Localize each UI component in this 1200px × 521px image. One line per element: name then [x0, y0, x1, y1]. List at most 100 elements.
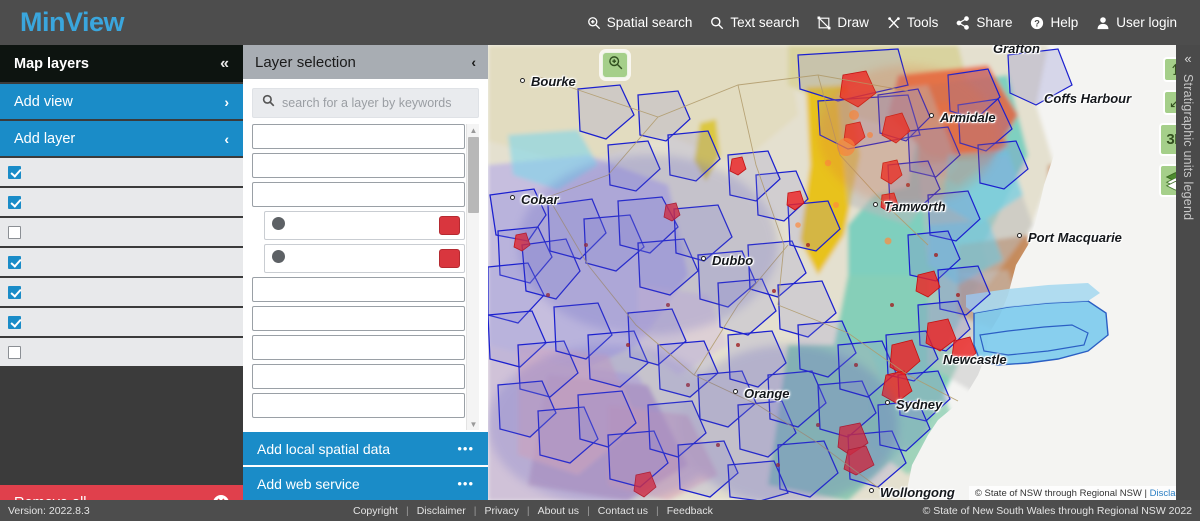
nav-draw[interactable]: Draw — [808, 11, 878, 34]
sidebar-layer-item[interactable] — [0, 158, 243, 186]
footer-copyright: © State of New South Wales through Regio… — [922, 504, 1192, 517]
stratigraphic-legend-label: Stratigraphic units legend — [1181, 74, 1195, 221]
footer-links: Copyright | Disclaimer | Privacy | About us | Co… — [345, 505, 721, 517]
help-circle-icon: ? — [1030, 16, 1044, 30]
layer-checkbox[interactable] — [8, 255, 21, 269]
nav-label: Draw — [837, 15, 869, 30]
layer-checkbox[interactable] — [8, 225, 21, 239]
layer-selection-header: Layer selection ‹ — [243, 45, 488, 79]
share-icon — [956, 15, 970, 30]
nav-label: Spatial search — [606, 15, 693, 30]
ellipsis-icon: ••• — [457, 441, 474, 456]
ellipsis-icon: ••• — [457, 476, 474, 491]
nav-tools[interactable]: Tools — [878, 11, 948, 34]
add-view-label: Add view — [14, 93, 73, 110]
sidebar-layer-item[interactable] — [0, 278, 243, 306]
layer-checkbox[interactable] — [8, 285, 21, 299]
sidebar-layer-item[interactable] — [0, 248, 243, 276]
search-icon — [262, 94, 275, 112]
chevron-right-icon: › — [224, 93, 229, 110]
map-viewport[interactable]: Bourke Grafton Coffs Harbour Armidale Cobar T… — [488, 45, 1200, 501]
layer-group-accordion[interactable] — [252, 124, 465, 149]
footer-link[interactable]: Contact us — [590, 505, 656, 517]
sidebar-layer-item[interactable] — [0, 308, 243, 336]
layer-group-accordion[interactable] — [252, 364, 465, 389]
nav-label: Help — [1050, 15, 1079, 30]
layer-group-accordion[interactable] — [252, 182, 465, 207]
layer-group-list: ▲ ▼ — [243, 124, 488, 430]
layer-group-accordion[interactable] — [252, 153, 465, 178]
info-icon[interactable] — [272, 250, 285, 263]
app-logo[interactable]: MinView — [20, 9, 125, 36]
magnifier-plus-icon — [608, 55, 623, 75]
layer-search-wrapper — [243, 79, 488, 124]
sidebar-title: Map layers — [14, 55, 89, 72]
footer-link[interactable]: About us — [530, 505, 587, 517]
sidebar-layer-item[interactable] — [0, 218, 243, 246]
sidebar-layer-item[interactable] — [0, 338, 243, 366]
layer-search-box[interactable] — [252, 88, 479, 118]
sidebar-layer-list — [0, 156, 243, 485]
svg-text:?: ? — [1035, 18, 1041, 28]
add-local-spatial-data-button[interactable]: Add local spatial data ••• — [243, 432, 488, 465]
draw-icon — [817, 16, 831, 30]
layer-checkbox[interactable] — [8, 195, 21, 209]
tools-icon — [887, 16, 901, 30]
layer-checkbox[interactable] — [8, 315, 21, 329]
layer-group-accordion[interactable] — [252, 277, 465, 302]
layer-selection-title: Layer selection — [255, 53, 356, 71]
nav-label: Tools — [906, 15, 939, 30]
stratigraphic-legend-rail[interactable]: « Stratigraphic units legend — [1176, 45, 1200, 501]
version-label: Version: 2022.8.3 — [8, 504, 90, 517]
layer-group-accordion[interactable] — [252, 306, 465, 331]
footer-link[interactable]: Privacy — [476, 505, 526, 517]
search-icon — [710, 16, 724, 30]
footer-bar: Version: 2022.8.3 Copyright | Disclaimer | P… — [0, 500, 1200, 521]
scroll-down-arrow[interactable]: ▼ — [467, 418, 480, 430]
remove-sublayer-button[interactable] — [439, 216, 460, 235]
add-layer-button[interactable]: Add layer ‹ — [0, 121, 243, 156]
nav-share[interactable]: Share — [947, 11, 1021, 34]
map-layers-sidebar: Map layers « Add view › Add layer ‹ Remo… — [0, 45, 243, 521]
nav-user-login[interactable]: User login — [1087, 11, 1186, 34]
add-layer-label: Add layer — [14, 130, 76, 147]
chevron-left-icon[interactable]: ‹ — [471, 54, 476, 70]
footer-link[interactable]: Copyright — [345, 505, 406, 517]
active-sublayer-item[interactable] — [264, 211, 465, 240]
layer-selection-panel: Layer selection ‹ ▲ ▼ — [243, 45, 488, 500]
add-view-button[interactable]: Add view › — [0, 84, 243, 119]
scrollbar-thumb[interactable] — [468, 137, 479, 213]
attribution-text: © State of NSW through Regional NSW | — [974, 488, 1148, 499]
double-chevron-left-icon[interactable]: « — [220, 55, 229, 73]
double-chevron-left-icon[interactable]: « — [1184, 51, 1191, 66]
magnifier-plus-icon — [587, 16, 601, 30]
layer-checkbox[interactable] — [8, 165, 21, 179]
top-bar: MinView Spatial search Text search Draw … — [0, 0, 1200, 45]
map-zoom-search-button[interactable] — [602, 52, 628, 78]
user-icon — [1096, 16, 1110, 30]
nav-text-search[interactable]: Text search — [701, 11, 808, 34]
add-web-service-button[interactable]: Add web service ••• — [243, 467, 488, 500]
nav-help[interactable]: ? Help — [1021, 11, 1087, 34]
map-canvas[interactable] — [488, 45, 1200, 501]
sidebar-layer-item[interactable] — [0, 188, 243, 216]
info-icon[interactable] — [272, 217, 285, 230]
layer-group-accordion[interactable] — [252, 393, 465, 418]
nav-label: Text search — [730, 15, 800, 30]
layer-list-scrollbar[interactable]: ▲ ▼ — [466, 124, 479, 430]
scroll-up-arrow[interactable]: ▲ — [467, 124, 480, 136]
nav-label: Share — [976, 15, 1013, 30]
map-attribution: © State of NSW through Regional NSW | Di… — [968, 486, 1200, 501]
nav-label: User login — [1116, 15, 1177, 30]
nav-spatial-search[interactable]: Spatial search — [578, 11, 702, 34]
top-navigation: Spatial search Text search Draw Tools Sh… — [578, 11, 1186, 34]
footer-link[interactable]: Disclaimer — [409, 505, 474, 517]
remove-sublayer-button[interactable] — [439, 249, 460, 268]
sidebar-header: Map layers « — [0, 45, 243, 82]
active-sublayer-item[interactable] — [264, 244, 465, 273]
search-input[interactable] — [282, 96, 469, 110]
layer-checkbox[interactable] — [8, 345, 21, 359]
add-local-label: Add local spatial data — [257, 440, 391, 457]
footer-link[interactable]: Feedback — [659, 505, 721, 517]
layer-group-accordion[interactable] — [252, 335, 465, 360]
